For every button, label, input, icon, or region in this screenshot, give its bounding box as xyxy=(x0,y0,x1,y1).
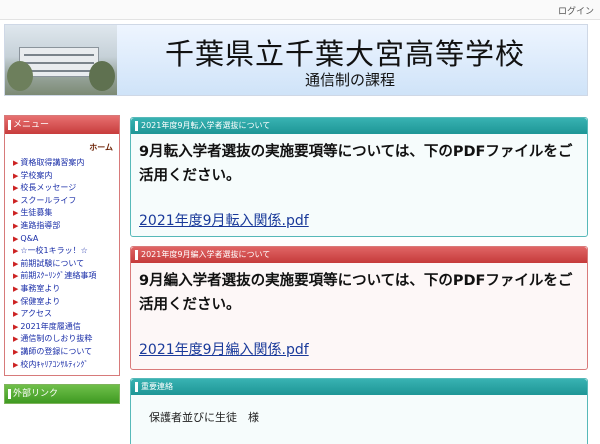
menu-item-label: 事務室より xyxy=(20,283,61,293)
menu-item-label: ☆一校1キラッ！☆ xyxy=(20,246,88,256)
menu-item-label: 保健室より xyxy=(20,296,61,306)
menu-item[interactable]: ▶ 校長メッセージ xyxy=(13,182,117,195)
menu-item[interactable]: ▶ 進路指導部 xyxy=(13,220,117,233)
menu-item[interactable]: ▶ 校内ｷｬﾘｱｺﾝｻﾙﾃｨﾝｸﾞ xyxy=(13,359,117,372)
menu-item[interactable]: ▶ 事務室より xyxy=(13,283,117,296)
bullet-icon: ▶ xyxy=(13,209,19,218)
school-building-image xyxy=(5,25,117,95)
site-header: 千葉県立千葉大宮高等学校 通信制の課程 xyxy=(4,24,588,96)
menu-item[interactable]: ▶ 生徒募集 xyxy=(13,207,117,220)
site-title[interactable]: 千葉県立千葉大宮高等学校 xyxy=(165,31,525,73)
menu-item-label: 前期ｽｸｰﾘﾝｸﾞ連絡事項 xyxy=(20,271,97,281)
menu-item[interactable]: ▶ 2021年度履通信 xyxy=(13,321,117,334)
bullet-icon: ▶ xyxy=(13,184,19,193)
menu-item[interactable]: ▶ 保健室より xyxy=(13,296,117,309)
bullet-icon: ▶ xyxy=(13,196,19,205)
bullet-icon: ▶ xyxy=(13,234,19,243)
menu-item-label: スクールライフ xyxy=(20,195,77,205)
menu-item-label: 校長メッセージ xyxy=(20,183,77,193)
menu-item-label: 講師の登録について xyxy=(20,346,93,356)
external-links-heading: 外部リンク xyxy=(5,385,119,404)
menu-item-label: アクセス xyxy=(20,309,52,319)
panel-text: 保護者並びに生徒 様 xyxy=(149,411,259,424)
menu-item[interactable]: ▶ 講師の登録について xyxy=(13,346,117,359)
menu-item[interactable]: ▶ ☆一校1キラッ！☆ xyxy=(13,245,117,258)
reentry-pdf-link[interactable]: 2021年度9月編入関係.pdf xyxy=(139,339,309,359)
bullet-icon: ▶ xyxy=(13,322,19,331)
home-link[interactable]: ホーム xyxy=(5,134,119,157)
menu-item-label: Q&A xyxy=(20,233,39,243)
menu-item-label: 資格取得講習案内 xyxy=(20,158,85,167)
bullet-icon: ▶ xyxy=(13,297,19,306)
bullet-icon: ▶ xyxy=(13,347,19,356)
menu-item[interactable]: ▶ アクセス xyxy=(13,308,117,321)
reentry-panel: 2021年度9月編入学者選抜について 9月編入学者選抜の実施要項等については、下… xyxy=(130,246,588,370)
panel-text: 9月転入学者選抜の実施要項等については、下のPDFファイルをご活用ください。 xyxy=(139,144,573,184)
transfer-panel: 2021年度9月転入学者選抜について 9月転入学者選抜の実施要項等については、下… xyxy=(130,117,588,237)
sidebar: メニュー ホーム ▶ 資格取得講習案内 ▶ 学校案内 ▶ 校長メッセージ ▶ スクールライフ ▶… xyxy=(4,115,120,405)
menu-item[interactable]: ▶ 学校案内 xyxy=(13,170,117,183)
transfer-pdf-link[interactable]: 2021年度9月転入関係.pdf xyxy=(139,210,309,230)
menu-item[interactable]: ▶ Q&A xyxy=(13,233,117,246)
menu-item-label: 通信制のしおり抜粋 xyxy=(20,334,93,344)
menu-box: メニュー ホーム ▶ 資格取得講習案内 ▶ 学校案内 ▶ 校長メッセージ ▶ スクールライフ ▶… xyxy=(4,115,120,377)
menu-item-label: 2021年度履通信 xyxy=(20,321,81,331)
menu-item[interactable]: ▶ スクールライフ xyxy=(13,195,117,208)
menu-item[interactable]: ▶ 前期試験について xyxy=(13,258,117,271)
menu-item-label: 校内ｷｬﾘｱｺﾝｻﾙﾃｨﾝｸﾞ xyxy=(20,359,89,369)
menu-item-label: 学校案内 xyxy=(20,170,53,180)
panel-title: 重要連絡 xyxy=(131,379,587,395)
menu-item-label: 前期試験について xyxy=(20,258,85,268)
menu-item[interactable]: ▶ 前期ｽｸｰﾘﾝｸﾞ連絡事項 xyxy=(13,270,117,283)
bullet-icon: ▶ xyxy=(13,247,19,256)
top-bar: ログイン xyxy=(0,0,600,20)
bullet-icon: ▶ xyxy=(13,159,19,167)
menu-item[interactable]: ▶ 資格取得講習案内 xyxy=(13,157,117,170)
bullet-icon: ▶ xyxy=(13,360,19,369)
bullet-icon: ▶ xyxy=(13,284,19,293)
panel-title: 2021年度9月編入学者選抜について xyxy=(131,247,587,263)
menu-item-label: 進路指導部 xyxy=(20,220,61,230)
menu-heading: メニュー xyxy=(5,116,119,134)
site-subtitle: 通信制の課程 xyxy=(305,71,396,89)
bullet-icon: ▶ xyxy=(13,221,19,230)
notice-panel: 重要連絡 保護者並びに生徒 様 xyxy=(130,378,588,444)
panel-title: 2021年度9月転入学者選抜について xyxy=(131,118,587,134)
bullet-icon: ▶ xyxy=(13,335,19,344)
bullet-icon: ▶ xyxy=(13,310,19,319)
menu-item-label: 生徒募集 xyxy=(20,208,53,218)
login-link[interactable]: ログイン xyxy=(558,4,594,17)
panel-text: 9月編入学者選抜の実施要項等については、下のPDFファイルをご活用ください。 xyxy=(139,273,573,313)
menu-item[interactable]: ▶ 通信制のしおり抜粋 xyxy=(13,333,117,346)
bullet-icon: ▶ xyxy=(13,272,19,281)
menu-list: ▶ 資格取得講習案内 ▶ 学校案内 ▶ 校長メッセージ ▶ スクールライフ ▶ 生徒募集 ▶ 進路指導… xyxy=(5,157,119,375)
bullet-icon: ▶ xyxy=(13,259,19,268)
bullet-icon: ▶ xyxy=(13,171,19,180)
external-links-box: 外部リンク xyxy=(4,384,120,405)
